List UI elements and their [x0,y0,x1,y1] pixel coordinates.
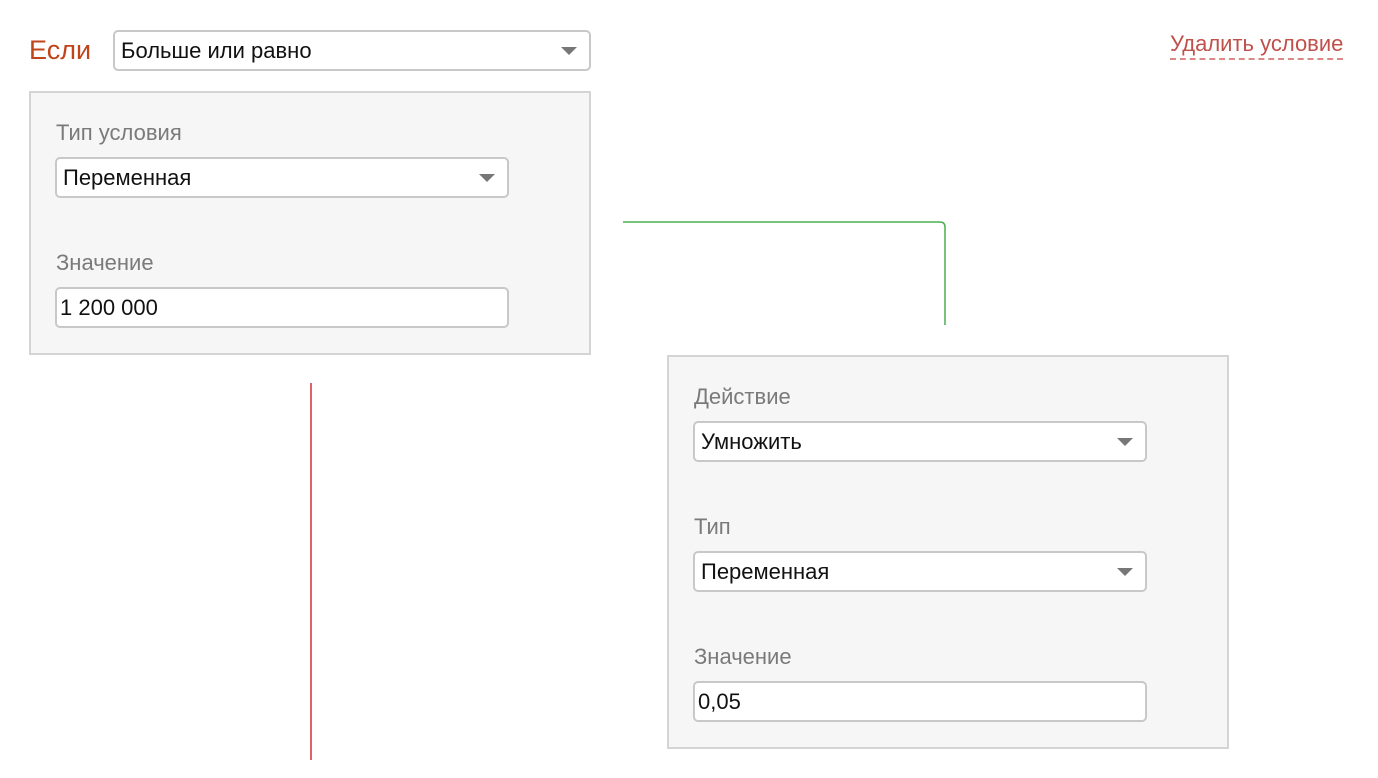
chevron-down-icon [1117,438,1133,446]
action-panel: Действие Умножить Тип Переменная Значени… [667,355,1229,749]
action-type-select[interactable]: Переменная [693,551,1147,592]
condition-editor: Если Больше или равно Удалить условие Ти… [0,0,1378,778]
action-value-label: Значение [694,644,792,669]
action-type-label: Тип [694,514,731,539]
chevron-down-icon [1117,568,1133,576]
action-select-value: Умножить [701,429,802,454]
action-select[interactable]: Умножить [693,421,1147,462]
true-branch-line [623,221,946,325]
action-label: Действие [694,384,791,409]
action-value-input[interactable] [693,681,1147,722]
action-type-select-value: Переменная [701,559,830,584]
